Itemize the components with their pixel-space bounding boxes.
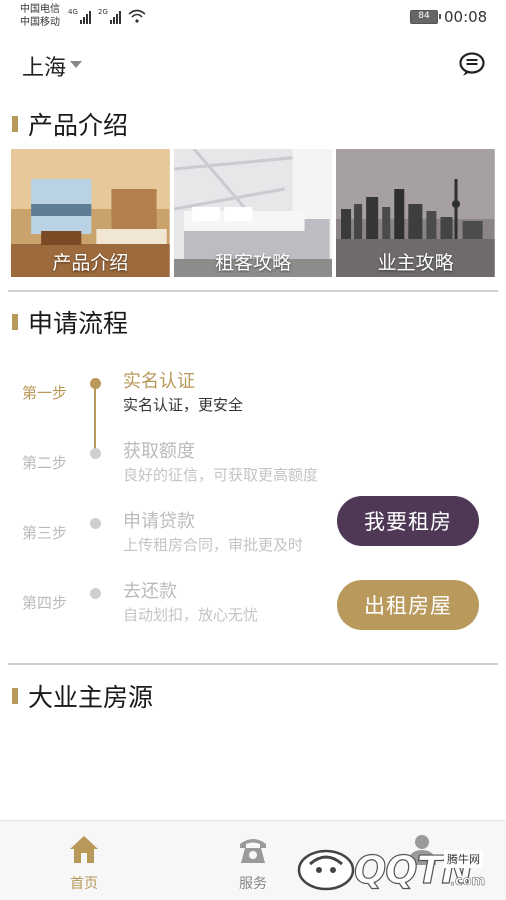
rent-house-button[interactable]: 我要租房 [337, 496, 479, 546]
step-desc: 上传租房合同，审批更及时 [123, 536, 304, 554]
wifi-icon [128, 9, 146, 23]
step-dot [90, 448, 101, 459]
step-desc: 实名认证，更安全 [123, 396, 244, 414]
title-marker [12, 116, 18, 132]
clock: 00:08 [444, 8, 488, 26]
step-desc: 自动划扣，放心无忧 [123, 606, 259, 624]
tab-label: 服务 [239, 876, 267, 892]
watermark-suffix: .com [450, 874, 486, 890]
card-label: 租客攻略 [215, 252, 292, 274]
product-cards: 产品介绍 租客攻略 业主攻略 [11, 149, 496, 277]
status-bar: 中国电信 中国移动 4G 2G 84 00:08 [0, 0, 506, 34]
card-label: 业主攻略 [377, 252, 454, 274]
step-desc: 良好的征信，可获取更高额度 [123, 466, 319, 484]
step-number: 第一步 [22, 384, 68, 402]
top-bar: 上海 [0, 40, 506, 88]
step-dot [90, 378, 101, 389]
process-section-title: 申请流程 [12, 304, 128, 340]
signal-icon-2: 2G [98, 8, 121, 24]
step-dot [90, 588, 101, 599]
step-title: 申请贷款 [123, 511, 195, 532]
caret-down-icon[interactable] [70, 61, 82, 68]
city-selector[interactable]: 上海 [22, 50, 66, 82]
carrier-1: 中国电信 [20, 4, 60, 15]
tab-home[interactable]: 首页 [24, 821, 144, 900]
product-section-title: 产品介绍 [12, 106, 128, 142]
battery-icon: 84 [410, 10, 441, 24]
step-1: 第一步 实名认证 实名认证，更安全 [0, 364, 506, 424]
step-title: 实名认证 [123, 371, 195, 392]
watermark-cn: 腾牛网 [444, 850, 483, 868]
step-number: 第三步 [22, 524, 68, 542]
card-tenant-guide[interactable]: 租客攻略 [173, 149, 333, 277]
carrier-2: 中国移动 [20, 17, 60, 28]
watermark: QQTN .com 腾牛网 [296, 842, 502, 894]
phone-icon [240, 839, 266, 863]
title-marker [12, 314, 18, 330]
landlord-section-title: 大业主房源 [12, 678, 153, 714]
lease-house-button[interactable]: 出租房屋 [337, 580, 479, 630]
tab-label: 首页 [70, 876, 98, 892]
step-title: 去还款 [123, 581, 177, 602]
card-product-intro[interactable]: 产品介绍 [11, 149, 170, 277]
step-number: 第二步 [22, 454, 68, 472]
step-dot [90, 518, 101, 529]
card-label: 产品介绍 [52, 252, 129, 274]
card-landlord-guide[interactable]: 业主攻略 [336, 149, 496, 277]
message-icon[interactable] [458, 51, 486, 77]
carrier-labels: 中国电信 中国移动 [20, 3, 60, 29]
divider [8, 290, 498, 292]
tab-service[interactable]: 服务 [193, 821, 313, 900]
step-number: 第四步 [22, 594, 68, 612]
step-2: 第二步 获取额度 良好的征信，可获取更高额度 [0, 434, 506, 494]
divider [8, 663, 498, 665]
home-icon [70, 836, 98, 863]
signal-icon: 4G [68, 8, 91, 24]
step-title: 获取额度 [123, 441, 195, 462]
title-marker [12, 688, 18, 704]
watermark-logo-icon [297, 849, 355, 891]
